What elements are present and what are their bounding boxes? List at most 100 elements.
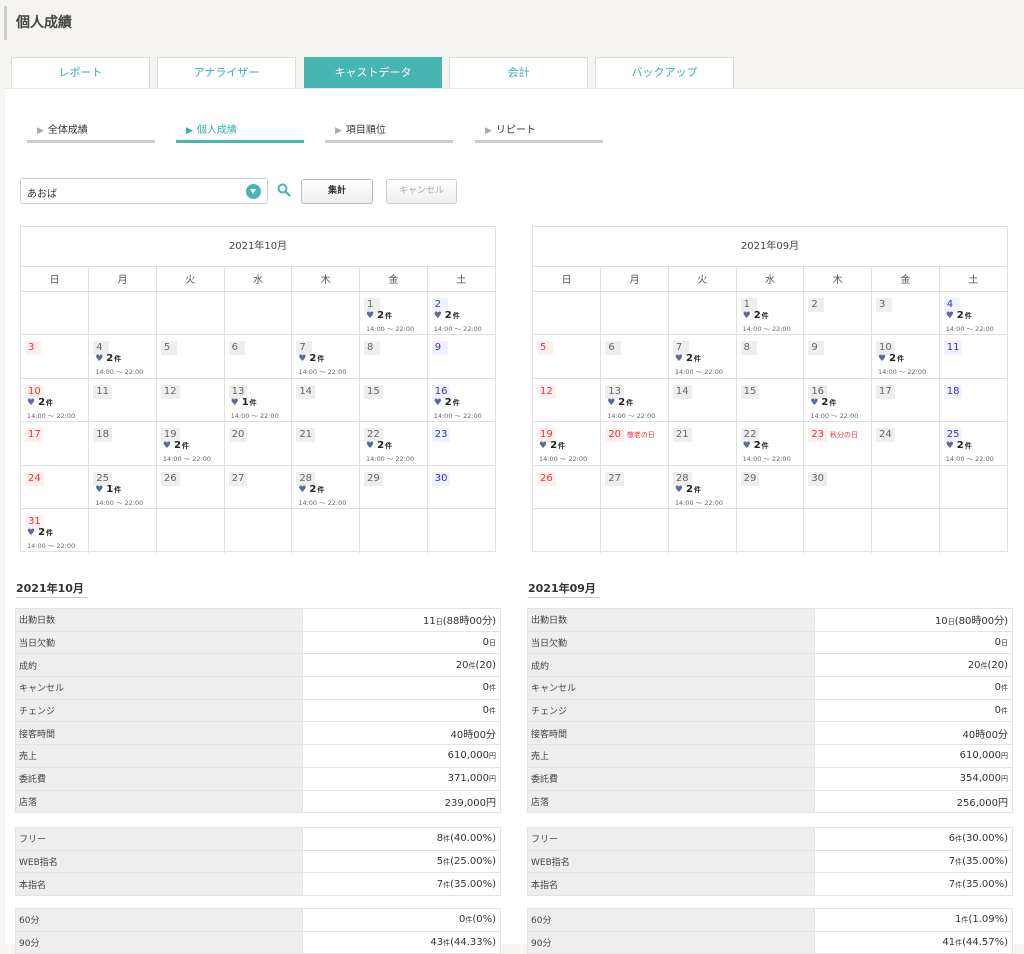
calendar-day[interactable]: 19 ♥ 2件 14:00 ～ 22:00 — [533, 421, 602, 466]
calendar-day[interactable]: 6 — [224, 334, 293, 379]
calendar-day[interactable] — [156, 508, 225, 553]
calendar-day[interactable]: 8 — [359, 334, 428, 379]
calendar-day[interactable]: 21 — [668, 421, 737, 466]
calendar-day[interactable] — [359, 508, 428, 553]
calendar-day[interactable]: 22 ♥ 2件 14:00 ～ 22:00 — [736, 421, 805, 466]
calendar-day[interactable]: 2 — [803, 290, 873, 335]
calendar-day[interactable]: 28 ♥ 2件 14:00 ～ 22:00 — [291, 464, 361, 509]
calendar-day[interactable]: 16 ♥ 2件 14:00 ～ 22:00 — [803, 377, 873, 422]
calendar-day[interactable]: 11 — [939, 334, 1007, 379]
calendar-day[interactable]: 17 — [871, 377, 940, 422]
calendar-day[interactable] — [668, 508, 737, 553]
calendar-day[interactable] — [939, 508, 1007, 553]
calendar-day[interactable]: 6 — [600, 334, 669, 379]
calendar-day[interactable] — [156, 290, 225, 335]
calendar-day[interactable]: 12 — [156, 377, 225, 422]
calendar-day[interactable]: 25 ♥ 2件 14:00 ～ 22:00 — [939, 421, 1007, 466]
calendar-day[interactable] — [533, 290, 602, 335]
calendar-day[interactable]: 9 — [427, 334, 495, 379]
calendar-day[interactable]: 11 — [88, 377, 157, 422]
calendar-day[interactable]: 8 — [736, 334, 805, 379]
subtab-overall[interactable]: ▶ 全体成績 — [27, 121, 155, 143]
calendar-day[interactable] — [88, 508, 157, 553]
calendar-day[interactable]: 29 — [736, 464, 805, 509]
calendar-day[interactable]: 9 — [803, 334, 873, 379]
tab-accounting[interactable]: 会計 — [449, 57, 588, 89]
cancel-button[interactable]: キャンセル — [386, 179, 457, 204]
calendar-day[interactable]: 15 — [736, 377, 805, 422]
calendar-day[interactable]: 2 ♥ 2件 14:00 ～ 22:00 — [427, 290, 495, 335]
calendar-day[interactable]: 22 ♥ 2件 14:00 ～ 22:00 — [359, 421, 428, 466]
calendar-day[interactable] — [939, 464, 1007, 509]
calendar-day[interactable]: 20 敬老の日 — [600, 421, 669, 466]
calendar-day[interactable]: 23 — [427, 421, 495, 466]
calendar-day[interactable]: 24 — [21, 464, 90, 509]
tab-cast-data[interactable]: キャストデータ — [304, 57, 442, 89]
calendar-day[interactable]: 14 — [291, 377, 361, 422]
calendar-day[interactable]: 27 — [600, 464, 669, 509]
calendar-day[interactable] — [291, 508, 361, 553]
tab-report[interactable]: レポート — [11, 57, 150, 89]
calendar-day[interactable]: 12 — [533, 377, 602, 422]
calendar-day[interactable]: 7 ♥ 2件 14:00 ～ 22:00 — [291, 334, 361, 379]
calendar-day[interactable] — [600, 290, 669, 335]
calendar-day[interactable]: 18 — [88, 421, 157, 466]
calendar-day[interactable]: 5 — [533, 334, 602, 379]
calendar-day[interactable]: 16 ♥ 2件 14:00 ～ 22:00 — [427, 377, 495, 422]
calendar-day[interactable]: 24 — [871, 421, 940, 466]
weekday-header: 土 — [427, 267, 495, 292]
calendar-day[interactable] — [21, 290, 90, 335]
calendar-day[interactable]: 31 ♥ 2件 14:00 ～ 22:00 — [21, 508, 90, 553]
calendar-day[interactable]: 10 ♥ 2件 14:00 ～ 22:00 — [871, 334, 940, 379]
tab-analyzer[interactable]: アナライザー — [157, 57, 296, 89]
calendar-day[interactable]: 15 — [359, 377, 428, 422]
calendar-day[interactable]: 23 秋分の日 — [803, 421, 873, 466]
calendar-day[interactable]: 20 — [224, 421, 293, 466]
calendar-day[interactable]: 3 — [21, 334, 90, 379]
calendar-day[interactable] — [803, 508, 873, 553]
subtab-repeat[interactable]: ▶ リピート — [475, 121, 603, 143]
cast-select[interactable]: あおば — [20, 178, 268, 204]
calendar-day[interactable]: 1 ♥ 2件 14:00 ～ 22:00 — [736, 290, 805, 335]
calendar-day[interactable]: 10 ♥ 2件 14:00 ～ 22:00 — [21, 377, 90, 422]
calendar-day[interactable]: 5 — [156, 334, 225, 379]
search-icon[interactable] — [277, 183, 291, 197]
subtab-ranking[interactable]: ▶ 項目順位 — [325, 121, 453, 143]
calendar-day[interactable]: 26 — [156, 464, 225, 509]
calendar-day[interactable]: 13 ♥ 1件 14:00 ～ 22:00 — [224, 377, 293, 422]
calendar-day[interactable]: 4 ♥ 2件 14:00 ～ 22:00 — [88, 334, 157, 379]
calendar-day[interactable]: 17 — [21, 421, 90, 466]
calendar-day[interactable]: 30 — [803, 464, 873, 509]
calendar-day[interactable]: 30 — [427, 464, 495, 509]
calendar-day[interactable]: 18 — [939, 377, 1007, 422]
calendar-day[interactable]: 21 — [291, 421, 361, 466]
calendar-day[interactable]: 7 ♥ 2件 14:00 ～ 22:00 — [668, 334, 737, 379]
calendar-day[interactable]: 4 ♥ 2件 14:00 ～ 22:00 — [939, 290, 1007, 335]
calendar-day[interactable]: 19 ♥ 2件 14:00 ～ 22:00 — [156, 421, 225, 466]
calendar-day[interactable]: 27 — [224, 464, 293, 509]
calendar-day[interactable] — [871, 464, 940, 509]
calendar-day[interactable]: 28 ♥ 2件 14:00 ～ 22:00 — [668, 464, 737, 509]
calendar-day[interactable] — [291, 290, 361, 335]
calendar-day[interactable]: 26 — [533, 464, 602, 509]
calendar-day[interactable] — [224, 508, 293, 553]
calendar-day[interactable]: 14 — [668, 377, 737, 422]
aggregate-button[interactable]: 集計 — [301, 179, 373, 204]
calendar-day[interactable]: 1 ♥ 2件 14:00 ～ 22:00 — [359, 290, 428, 335]
calendar-day[interactable]: 13 ♥ 2件 14:00 ～ 22:00 — [600, 377, 669, 422]
holiday-label: 秋分の日 — [830, 431, 859, 440]
calendar-day[interactable]: 3 — [871, 290, 940, 335]
subtab-individual[interactable]: ▶ 個人成績 — [176, 121, 304, 143]
calendar-day[interactable]: 29 — [359, 464, 428, 509]
calendar-day[interactable] — [668, 290, 737, 335]
tab-backup[interactable]: バックアップ — [595, 57, 734, 89]
calendar-day[interactable] — [533, 508, 602, 553]
calendar-day[interactable] — [871, 508, 940, 553]
value-detail: (44.57%) — [962, 937, 1008, 949]
calendar-day[interactable] — [736, 508, 805, 553]
calendar-day[interactable] — [224, 290, 293, 335]
calendar-day[interactable] — [600, 508, 669, 553]
calendar-day[interactable] — [427, 508, 495, 553]
calendar-day[interactable] — [88, 290, 157, 335]
calendar-day[interactable]: 25 ♥ 1件 14:00 ～ 22:00 — [88, 464, 157, 509]
